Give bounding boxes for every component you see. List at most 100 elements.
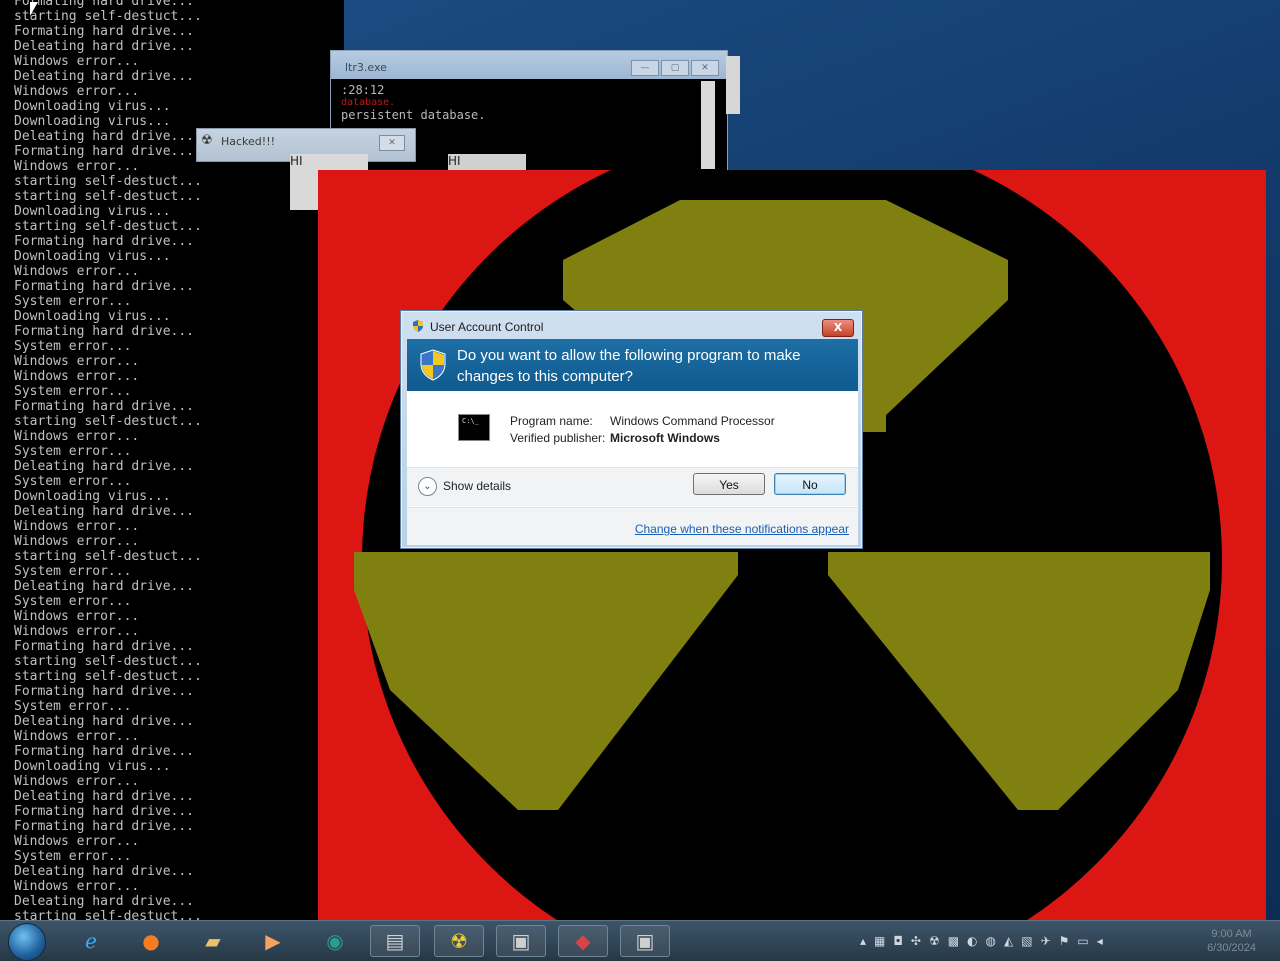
- yes-button[interactable]: Yes: [693, 473, 765, 495]
- chevron-down-icon[interactable]: ⌄: [418, 477, 437, 496]
- shield-icon: [420, 349, 446, 381]
- hi-window[interactable]: HI: [448, 154, 526, 170]
- console-line: starting self-destuct...: [14, 549, 202, 564]
- system-tray: ▴ ▦ ◘ ✣ ☢ ▩ ◐ ◍ ◭ ▧ ✈ ⚑ ▭ ◂: [860, 929, 1190, 953]
- volume-icon[interactable]: ◂: [1097, 934, 1103, 948]
- tray-icon[interactable]: ◘: [893, 934, 903, 948]
- radiation-icon: ☢: [201, 133, 213, 148]
- console-line: Formating hard drive...: [14, 639, 195, 654]
- console-line: Formating hard drive...: [14, 0, 195, 9]
- console-icon[interactable]: ▣: [620, 925, 670, 957]
- console-output: Formating hard drive... starting self-des…: [14, 0, 202, 920]
- console-line: Downloading virus...: [14, 309, 171, 324]
- tray-icon[interactable]: ▧: [1021, 934, 1032, 948]
- flag-icon[interactable]: ⚑: [1059, 934, 1070, 948]
- console-line: Formating hard drive...: [14, 804, 195, 819]
- question-banner: Do you want to allow the following progr…: [407, 339, 858, 391]
- console-line: System error...: [14, 384, 132, 399]
- folder-icon[interactable]: ▰: [188, 925, 238, 957]
- console-line: starting self-destuct...: [14, 669, 202, 684]
- console-line: persistent database.: [341, 108, 486, 122]
- scrollbar[interactable]: [701, 81, 715, 169]
- console-line: System error...: [14, 594, 132, 609]
- console-line: Deleating hard drive...: [14, 39, 195, 54]
- console-line: Formating hard drive...: [14, 819, 195, 834]
- console-line: System error...: [14, 474, 132, 489]
- close-button[interactable]: ✕: [691, 60, 719, 76]
- console-line: Windows error...: [14, 264, 140, 279]
- clock-date: 6/30/2024: [1207, 942, 1256, 954]
- console-line: Deleating hard drive...: [14, 69, 195, 84]
- console-line: Windows error...: [14, 84, 140, 99]
- tray-icon[interactable]: ▩: [948, 934, 959, 948]
- console-line: Deleating hard drive...: [14, 789, 195, 804]
- tray-icon[interactable]: ◭: [1004, 934, 1013, 948]
- change-notifications-link[interactable]: Change when these notifications appear: [635, 522, 849, 536]
- dialog-footer: Change when these notifications appear: [407, 507, 858, 545]
- close-icon[interactable]: ✕: [379, 135, 405, 151]
- mouse-cursor: [30, 2, 38, 16]
- window-icon[interactable]: ▤: [370, 925, 420, 957]
- console-line: System error...: [14, 339, 132, 354]
- dialog-titlebar: User Account Control X: [401, 311, 862, 339]
- console-line: Formating hard drive...: [14, 234, 195, 249]
- console-line: Deleating hard drive...: [14, 504, 195, 519]
- tray-icon[interactable]: ◍: [986, 934, 996, 948]
- shield-icon: [413, 320, 423, 332]
- radiation-icon[interactable]: ☢: [929, 934, 940, 948]
- show-hidden-icons[interactable]: ▴: [860, 934, 866, 948]
- console-line: Windows error...: [14, 354, 140, 369]
- radiation-icon[interactable]: ☢: [434, 925, 484, 957]
- window-edge: [726, 56, 740, 114]
- console-line: Formating hard drive...: [14, 279, 195, 294]
- console-line: Windows error...: [14, 159, 140, 174]
- tray-icon[interactable]: ✣: [911, 934, 921, 948]
- console-line: System error...: [14, 564, 132, 579]
- console-line: starting self-destuct...: [14, 174, 202, 189]
- console-line: Downloading virus...: [14, 204, 171, 219]
- clock[interactable]: 9:00 AM 6/30/2024: [1207, 927, 1256, 955]
- console-line: Downloading virus...: [14, 114, 171, 129]
- console-line: starting self-destuct...: [14, 189, 202, 204]
- internet-explorer-icon[interactable]: ℯ: [66, 925, 116, 957]
- console-line: Formating hard drive...: [14, 24, 195, 39]
- network-icon[interactable]: ▭: [1077, 934, 1088, 948]
- console-line: System error...: [14, 849, 132, 864]
- start-button[interactable]: [8, 923, 46, 961]
- console-line: System error...: [14, 699, 132, 714]
- question-text: Do you want to allow the following progr…: [457, 347, 801, 385]
- console-line: Windows error...: [14, 534, 140, 549]
- cmd-icon-text: C:\_: [462, 417, 479, 425]
- maximize-button[interactable]: ▢: [661, 60, 689, 76]
- console-line: Windows error...: [14, 369, 140, 384]
- tray-icon[interactable]: ◐: [967, 934, 977, 948]
- tray-icon[interactable]: ✈: [1041, 934, 1051, 948]
- no-button[interactable]: No: [774, 473, 846, 495]
- media-player-icon[interactable]: ▶: [248, 925, 298, 957]
- console-line: Formating hard drive...: [14, 324, 195, 339]
- installer-icon[interactable]: ◆: [558, 925, 608, 957]
- close-button[interactable]: X: [822, 319, 854, 337]
- console-line: starting self-destuct...: [14, 654, 202, 669]
- publisher-value: Microsoft Windows: [610, 431, 720, 445]
- taskbar: ℯ ● ▰ ▶ ◉ ▤ ☢ ▣ ◆ ▣ ▴ ▦ ◘ ✣ ☢ ▩ ◐ ◍ ◭ ▧ …: [0, 920, 1280, 961]
- console-line: Formating hard drive...: [14, 399, 195, 414]
- app-icon[interactable]: ◉: [310, 925, 360, 957]
- show-details-label[interactable]: Show details: [443, 479, 511, 493]
- console-line: System error...: [14, 294, 132, 309]
- console-line: Windows error...: [14, 54, 140, 69]
- console-line: Deleating hard drive...: [14, 459, 195, 474]
- uac-dialog: User Account Control X Do you want to al…: [400, 310, 863, 549]
- program-name-value: Windows Command Processor: [610, 414, 775, 428]
- publisher-label: Verified publisher:: [510, 431, 606, 445]
- console-icon[interactable]: ▣: [496, 925, 546, 957]
- command-prompt-icon: C:\_: [458, 414, 490, 441]
- console-line: Deleating hard drive...: [14, 579, 195, 594]
- console-line: Downloading virus...: [14, 249, 171, 264]
- console-line: Windows error...: [14, 609, 140, 624]
- minimize-button[interactable]: —: [631, 60, 659, 76]
- console-line: System error...: [14, 444, 132, 459]
- firefox-icon[interactable]: ●: [126, 925, 176, 957]
- console-line: Windows error...: [14, 519, 140, 534]
- tray-icon[interactable]: ▦: [874, 934, 885, 948]
